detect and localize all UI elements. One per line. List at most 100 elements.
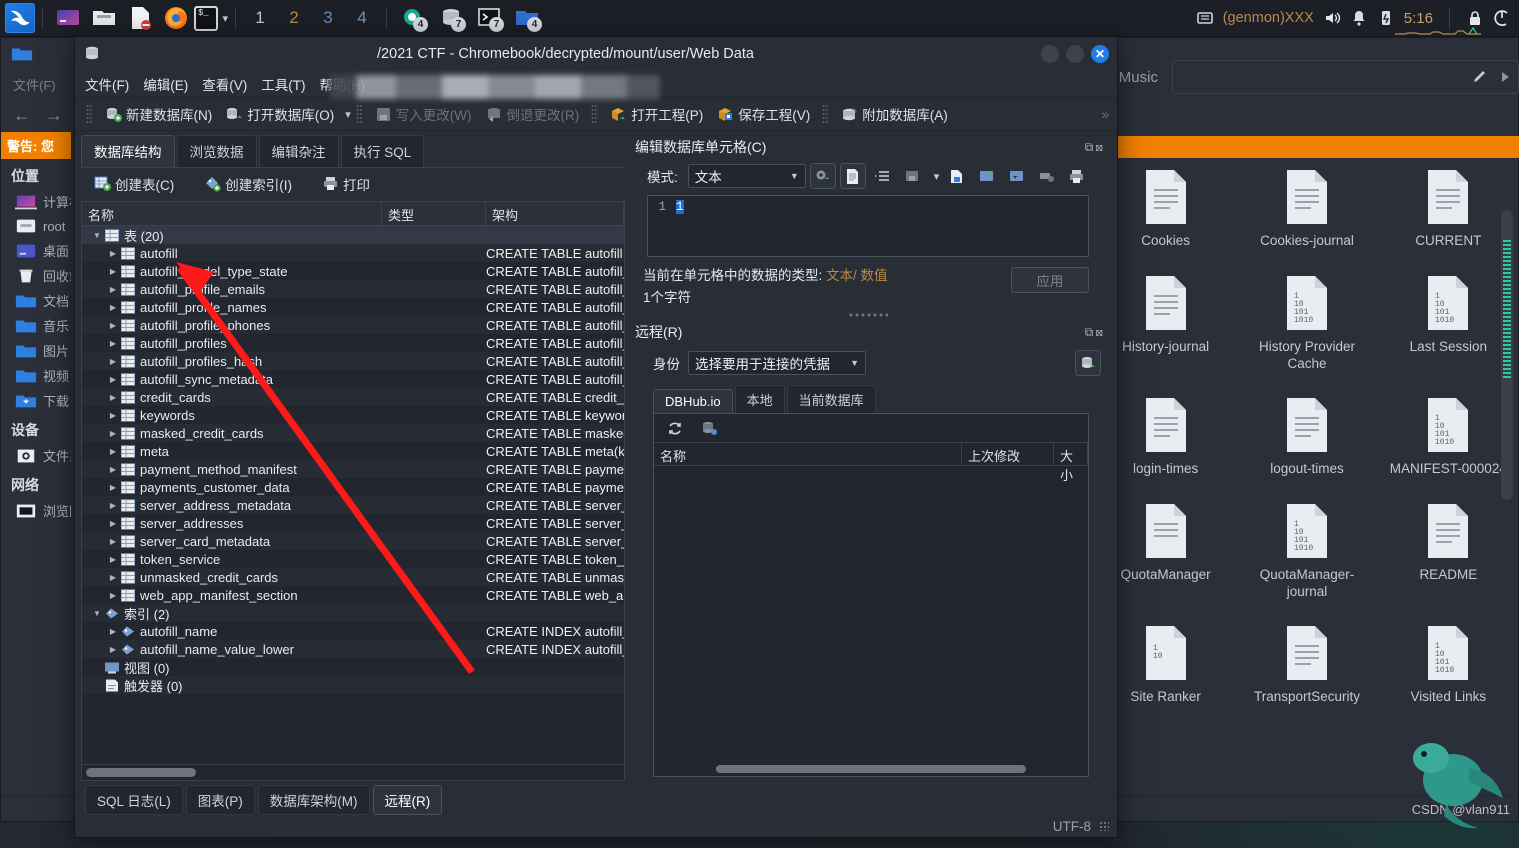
minimize-button[interactable]: [1041, 44, 1059, 63]
tab-execute-sql[interactable]: 执行 SQL: [340, 135, 425, 167]
close-icon[interactable]: ⊠: [1095, 140, 1105, 154]
file-grid-scroll-thumb[interactable]: [1503, 240, 1511, 380]
workspace-1[interactable]: 1: [243, 1, 277, 35]
print-cell-button[interactable]: [1063, 163, 1089, 189]
tree-row[interactable]: 触发器 (0): [82, 676, 624, 694]
file-item[interactable]: TransportSecurity: [1236, 624, 1377, 720]
sidebar-item-videos[interactable]: 视频: [1, 363, 71, 388]
sidebar-item-trash[interactable]: 回收站: [1, 263, 71, 288]
tree-row[interactable]: ▶ payment_method_manifest CREATE TABLE pay…: [82, 460, 624, 478]
tree-row[interactable]: ▶ credit_cards CREATE TABLE credit_car: [82, 388, 624, 406]
chevron-down-icon[interactable]: ▾: [222, 12, 228, 25]
remote-column-size[interactable]: 大小: [1054, 443, 1088, 483]
tree-row[interactable]: 视图 (0): [82, 658, 624, 676]
file-item[interactable]: 1 10 101 1010 Visited Links: [1378, 624, 1519, 720]
launcher-file-manager[interactable]: [89, 3, 119, 33]
db-titlebar[interactable]: /2021 CTF - Chromebook/decrypted/mount/u…: [75, 37, 1117, 70]
chevron-right-icon[interactable]: ▶: [106, 537, 120, 546]
bottom-tab-sql-log[interactable]: SQL 日志(L): [85, 785, 183, 815]
tree-row[interactable]: ▶ autofill_model_type_state CREATE TABLE a…: [82, 262, 624, 280]
bottom-tab-db-schema[interactable]: 数据库架构(M): [257, 785, 370, 815]
open-database-button[interactable]: 打开数据库(O): [219, 102, 341, 126]
chevron-right-icon[interactable]: ▶: [106, 357, 120, 366]
menu-edit[interactable]: 编辑(E): [143, 74, 188, 94]
remote-hscroll-thumb[interactable]: [716, 765, 1026, 773]
tree-hscroll-thumb[interactable]: [86, 768, 196, 777]
refresh-button[interactable]: [662, 415, 688, 441]
chevron-down-icon[interactable]: ▼: [90, 609, 104, 618]
tree-row[interactable]: ▶ payments_customer_data CREATE TABLE paym…: [82, 478, 624, 496]
kali-menu-button[interactable]: [5, 3, 35, 33]
chevron-right-icon[interactable]: ▶: [106, 519, 120, 528]
bell-icon[interactable]: [1350, 9, 1368, 27]
tree-row[interactable]: ▶ autofill_profile_names CREATE TABLE auto…: [82, 298, 624, 316]
file-item[interactable]: 1 10 101 1010 Last Session: [1378, 274, 1519, 387]
set-null-button[interactable]: [1033, 163, 1059, 189]
bottom-tab-plot[interactable]: 图表(P): [185, 785, 255, 815]
file-item[interactable]: logout-times: [1236, 396, 1377, 492]
export-data-button[interactable]: [1003, 163, 1029, 189]
tree-row[interactable]: ▶ web_app_manifest_section CREATE TABLE we…: [82, 586, 624, 604]
dock-buttons[interactable]: ⧉⊠: [1085, 140, 1105, 155]
tree-row[interactable]: ▶ meta CREATE TABLE meta(key: [82, 442, 624, 460]
bottom-dock-tabs[interactable]: SQL 日志(L) 图表(P) 数据库架构(M) 远程(R): [75, 785, 1117, 815]
cell-editor-toolbar[interactable]: 模式: 文本 ▼ ▾: [631, 159, 1105, 193]
chevron-right-icon[interactable]: ▶: [106, 627, 120, 636]
structure-tree[interactable]: ▼ 表 (20) ▶ autofill CREATE TABLE autofill (n…: [82, 226, 624, 764]
maximize-button[interactable]: [1066, 44, 1084, 63]
workspace-4[interactable]: 4: [345, 1, 379, 35]
attach-database-button[interactable]: 附加数据库(A): [834, 102, 955, 126]
remote-column-name[interactable]: 名称: [654, 443, 962, 466]
toolbar-grip[interactable]: [591, 104, 599, 124]
column-header-type[interactable]: 类型: [382, 202, 486, 225]
path-input[interactable]: [1171, 60, 1519, 94]
chevron-right-icon[interactable]: ▶: [106, 321, 120, 330]
launcher-terminal-dropdown[interactable]: $_ ▾: [194, 5, 228, 31]
tree-row[interactable]: ▶ server_addresses CREATE TABLE server_ad: [82, 514, 624, 532]
apply-button[interactable]: 应用: [1011, 267, 1089, 293]
tab-database-structure[interactable]: 数据库结构: [81, 135, 175, 167]
create-index-button[interactable]: 创建索引(I): [197, 172, 299, 196]
chevron-right-icon[interactable]: ▶: [106, 249, 120, 258]
file-manager-sidebar[interactable]: 警告: 您 位置 计算机: [1, 132, 71, 821]
sidebar-item-pictures[interactable]: 图片: [1, 338, 71, 363]
clone-database-button[interactable]: [696, 415, 722, 441]
remote-identity-row[interactable]: 身份 选择要用于连接的凭据 ▼: [631, 344, 1105, 382]
tree-row[interactable]: ▶ autofill_name CREATE INDEX autofill_n: [82, 622, 624, 640]
sidebar-item-computer[interactable]: 计算机: [1, 189, 71, 214]
sidebar-item-desktop[interactable]: 桌面: [1, 238, 71, 263]
tree-row[interactable]: ▶ autofill_sync_metadata CREATE TABLE auto…: [82, 370, 624, 388]
db-toolbar[interactable]: 新建数据库(N) 打开数据库(O) ▾ 写入更改(W) 倒退更改(R) 打开工程…: [75, 98, 1117, 131]
chevron-right-icon[interactable]: ▶: [106, 447, 120, 456]
tree-row[interactable]: ▶ server_address_metadata CREATE TABLE ser…: [82, 496, 624, 514]
remote-connect-button[interactable]: [1075, 350, 1101, 377]
open-project-button[interactable]: 打开工程(P): [603, 102, 710, 126]
save-project-button[interactable]: 保存工程(V): [710, 102, 817, 126]
tree-header[interactable]: 名称 类型 架构: [82, 202, 624, 226]
tree-row[interactable]: ▼ 表 (20): [82, 226, 624, 244]
tab-edit-pragmas[interactable]: 编辑杂注: [258, 135, 339, 167]
tree-row[interactable]: ▶ autofill_profiles CREATE TABLE autofill_…: [82, 334, 624, 352]
menu-tools[interactable]: 工具(T): [261, 74, 305, 94]
tree-row[interactable]: ▶ token_service CREATE TABLE token_serv: [82, 550, 624, 568]
launcher-firefox[interactable]: [161, 3, 191, 33]
remote-tab-current-db[interactable]: 当前数据库: [786, 385, 876, 414]
battery-icon[interactable]: [1377, 9, 1395, 27]
dock-buttons[interactable]: ⧉⊠: [1085, 325, 1105, 340]
file-manager-pathbar[interactable]: » Music: [1095, 58, 1519, 96]
forward-arrow-icon[interactable]: →: [45, 105, 63, 126]
save-file-button[interactable]: [943, 163, 969, 189]
chevron-right-icon[interactable]: ▶: [106, 465, 120, 474]
pencil-icon[interactable]: [1472, 69, 1488, 85]
file-item[interactable]: CURRENT: [1378, 168, 1519, 264]
chevron-right-icon[interactable]: ▶: [106, 483, 120, 492]
cell-content[interactable]: 1: [670, 196, 684, 256]
volume-icon[interactable]: [1323, 9, 1341, 27]
tab-browse-data[interactable]: 浏览数据: [176, 135, 257, 167]
launcher-terminal-emulator[interactable]: [53, 3, 83, 33]
import-data-button[interactable]: [973, 163, 999, 189]
window-button-search[interactable]: 4: [396, 3, 430, 33]
window-button-db-browser[interactable]: 7: [434, 3, 468, 33]
column-header-name[interactable]: 名称: [82, 202, 382, 225]
remote-tab-local[interactable]: 本地: [734, 385, 785, 414]
